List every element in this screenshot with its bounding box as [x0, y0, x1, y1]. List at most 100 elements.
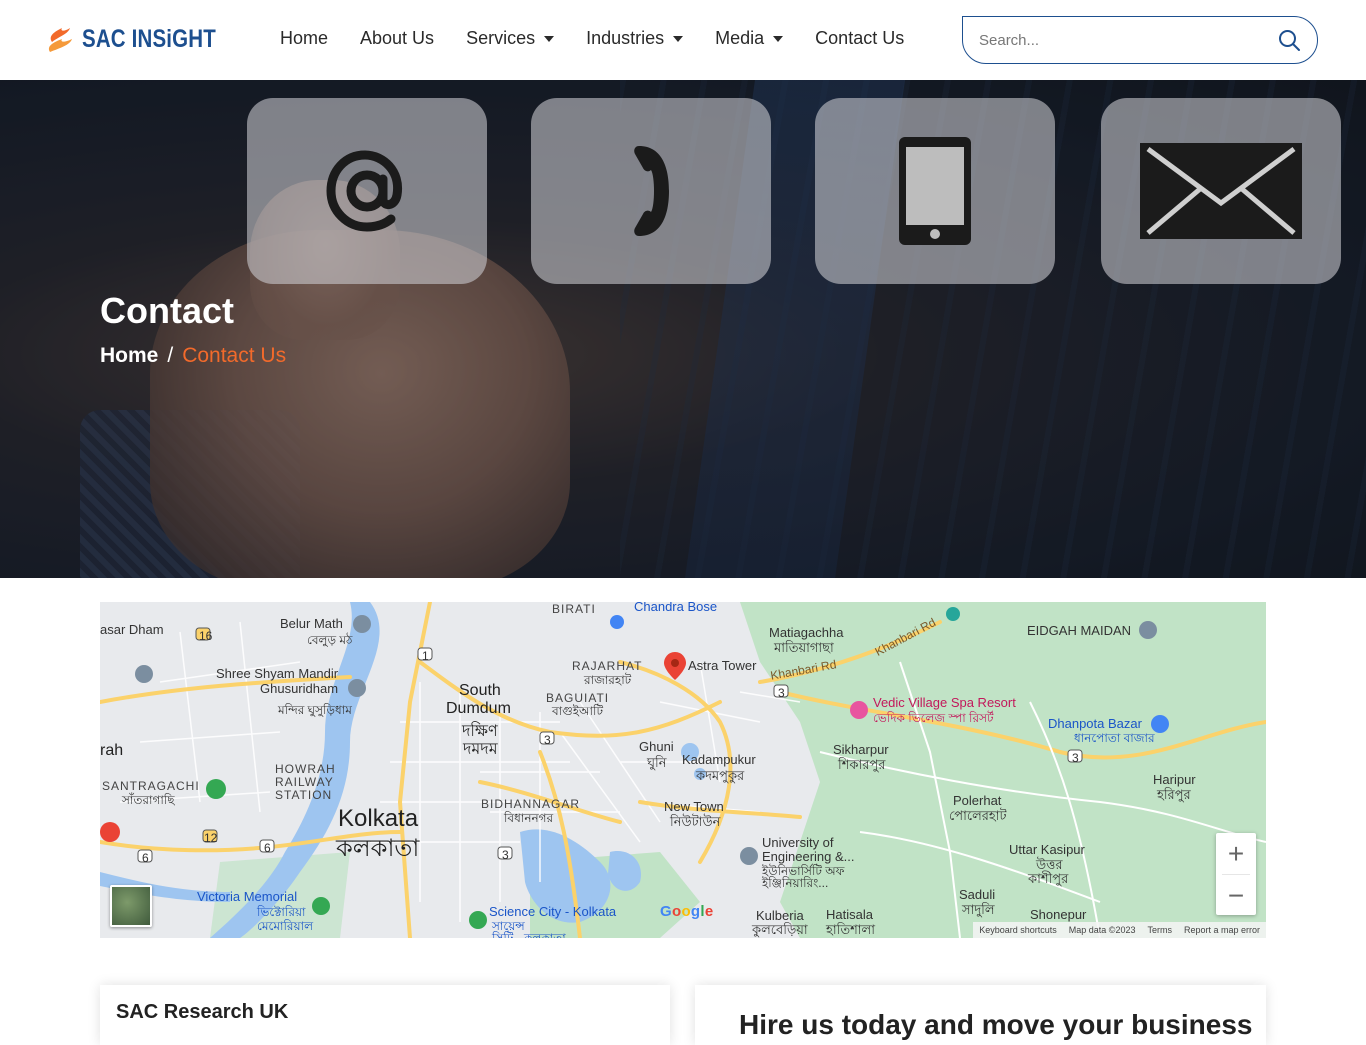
route-shield: 3	[778, 686, 785, 700]
map-label: Hatisala	[826, 907, 873, 922]
breadcrumb-separator: /	[167, 344, 174, 367]
route-shield: 6	[264, 841, 271, 855]
map-label: সাদুলি	[962, 902, 995, 917]
map-label: সাঁতরাগাছি	[122, 793, 175, 807]
chevron-down-icon	[544, 35, 555, 42]
google-map[interactable]: asar Dham rah 16 1 3 3 3 3 6 6 12 Belur …	[100, 602, 1266, 938]
satellite-view-toggle[interactable]	[110, 885, 152, 927]
map-label: Vedic Village Spa Resort	[873, 695, 1016, 710]
search-input[interactable]	[979, 31, 1259, 49]
nav-label: Media	[715, 28, 765, 48]
map-label: Shree Shyam Mandir	[216, 666, 339, 681]
route-shield: 3	[544, 733, 551, 747]
zoom-out-button[interactable]: −	[1216, 875, 1256, 916]
mobile-tile	[815, 98, 1055, 284]
brand-name: SAC INSiGHT	[82, 24, 216, 53]
map-label: কুলবেড়িয়া	[752, 922, 808, 937]
nav-label: Services	[466, 28, 536, 48]
map-label: Matiagachha	[769, 625, 844, 640]
nav-item-industries[interactable]: Industries	[586, 28, 684, 49]
map-label: New Town	[664, 799, 724, 814]
nav-label: Contact Us	[815, 28, 905, 48]
map-label: মন্দির ঘুসুড়িধাম	[278, 703, 352, 717]
route-shield: 1	[422, 649, 429, 663]
map-label: STATION	[275, 788, 333, 802]
route-shield: 16	[199, 629, 213, 643]
search-box	[962, 16, 1318, 64]
at-sign-icon	[326, 150, 403, 232]
map-data-label: Map data ©2023	[1068, 925, 1136, 935]
keyboard-shortcuts-link[interactable]: Keyboard shortcuts	[979, 925, 1057, 935]
map-label: Haripur	[1153, 772, 1196, 787]
map-label: কাশীপুর	[1028, 871, 1069, 886]
map-label: Kadampukur	[682, 752, 756, 767]
map-label: সিটি - কলকাতা	[492, 931, 566, 938]
map-pin-label-astra-tower[interactable]: Astra Tower	[688, 658, 756, 673]
nav-item-media[interactable]: Media	[715, 28, 784, 49]
search-icon[interactable]	[1277, 28, 1301, 52]
terms-link[interactable]: Terms	[1147, 925, 1172, 935]
map-label: ঘুনি	[647, 755, 667, 770]
phone-icon	[634, 146, 669, 236]
nav-item-home[interactable]: Home	[280, 28, 328, 49]
site-header: SAC INSiGHT Home About Us Services Indus…	[0, 0, 1366, 80]
map-attribution: Keyboard shortcuts Map data ©2023 Terms …	[973, 922, 1266, 938]
breadcrumb-home-link[interactable]: Home	[100, 344, 158, 368]
map-label: Ghuni	[639, 739, 674, 754]
nav-label: Industries	[586, 28, 665, 48]
google-logo-letter: g	[690, 903, 701, 920]
contact-form-card: Hire us today and move your business	[695, 985, 1266, 1045]
map-label-city: Kolkata	[338, 805, 419, 832]
map-label: ভেদিক ভিলেজ স্পা রিসর্ট	[873, 711, 994, 725]
report-map-error-link[interactable]: Report a map error	[1184, 925, 1260, 935]
map-label: Saduli	[959, 887, 996, 902]
map-label: BIDHANNAGAR	[481, 797, 581, 811]
breadcrumb-current: Contact Us	[182, 344, 287, 367]
map-label: Victoria Memorial	[197, 889, 298, 904]
zoom-in-button[interactable]: +	[1216, 833, 1256, 874]
map-label-city: কলকাতা	[336, 835, 420, 862]
map-label: Engineering &...	[762, 849, 855, 864]
google-logo-letter: o	[681, 903, 691, 920]
map-label: Chandra Bose	[634, 602, 718, 614]
map-label: rah	[100, 742, 124, 759]
breadcrumb: Home / Contact Us	[100, 344, 286, 368]
map-label: Dumdum	[446, 700, 511, 717]
envelope-tile	[1101, 98, 1341, 284]
map-label: ইঞ্জিনিয়ারিং...	[762, 876, 829, 890]
map-label: EIDGAH MAIDAN	[1027, 623, 1132, 638]
map-label: দমদম	[463, 741, 498, 758]
map-label: শিকারপুর	[838, 757, 886, 772]
map-label: পোলেরহাট	[949, 808, 1007, 823]
nav-label: About Us	[360, 28, 435, 48]
map-label: বেলুড় মঠ	[307, 633, 353, 647]
nav-item-contact-us[interactable]: Contact Us	[815, 28, 904, 49]
nav-item-services[interactable]: Services	[466, 28, 555, 49]
route-shield: 3	[502, 848, 509, 862]
brand-logo[interactable]: SAC INSiGHT	[46, 22, 245, 56]
map-label: Sikharpur	[833, 742, 889, 757]
map-label: University of	[762, 835, 834, 850]
map-label: বিধাননগর	[504, 811, 554, 825]
nav-item-about-us[interactable]: About Us	[360, 28, 434, 49]
office-card: SAC Research UK	[100, 985, 670, 1045]
map-label: মাতিয়াগাছা	[774, 640, 834, 655]
nav-label: Home	[280, 28, 329, 48]
route-shield: 6	[142, 851, 149, 865]
map-label: BIRATI	[552, 602, 596, 616]
zoom-control: + −	[1216, 833, 1256, 915]
route-shield: 12	[204, 831, 218, 845]
map-label: কদমপুকুর	[696, 768, 745, 783]
map-label: হরিপুর	[1157, 787, 1191, 802]
map-label: Polerhat	[953, 793, 1002, 808]
chevron-down-icon	[773, 35, 784, 42]
map-label: Dhanpota Bazar	[1048, 716, 1142, 731]
google-logo-letter: e	[704, 903, 714, 920]
map-label: Shonepur	[1030, 907, 1087, 922]
office-card-title: SAC Research UK	[116, 1001, 289, 1023]
map-label: RAJARHAT	[572, 659, 643, 673]
phone-tile	[531, 98, 771, 284]
map-label: Uttar Kasipur	[1009, 842, 1085, 857]
chevron-down-icon	[673, 35, 684, 42]
main-nav: Home About Us Services Industries Media …	[280, 28, 936, 49]
